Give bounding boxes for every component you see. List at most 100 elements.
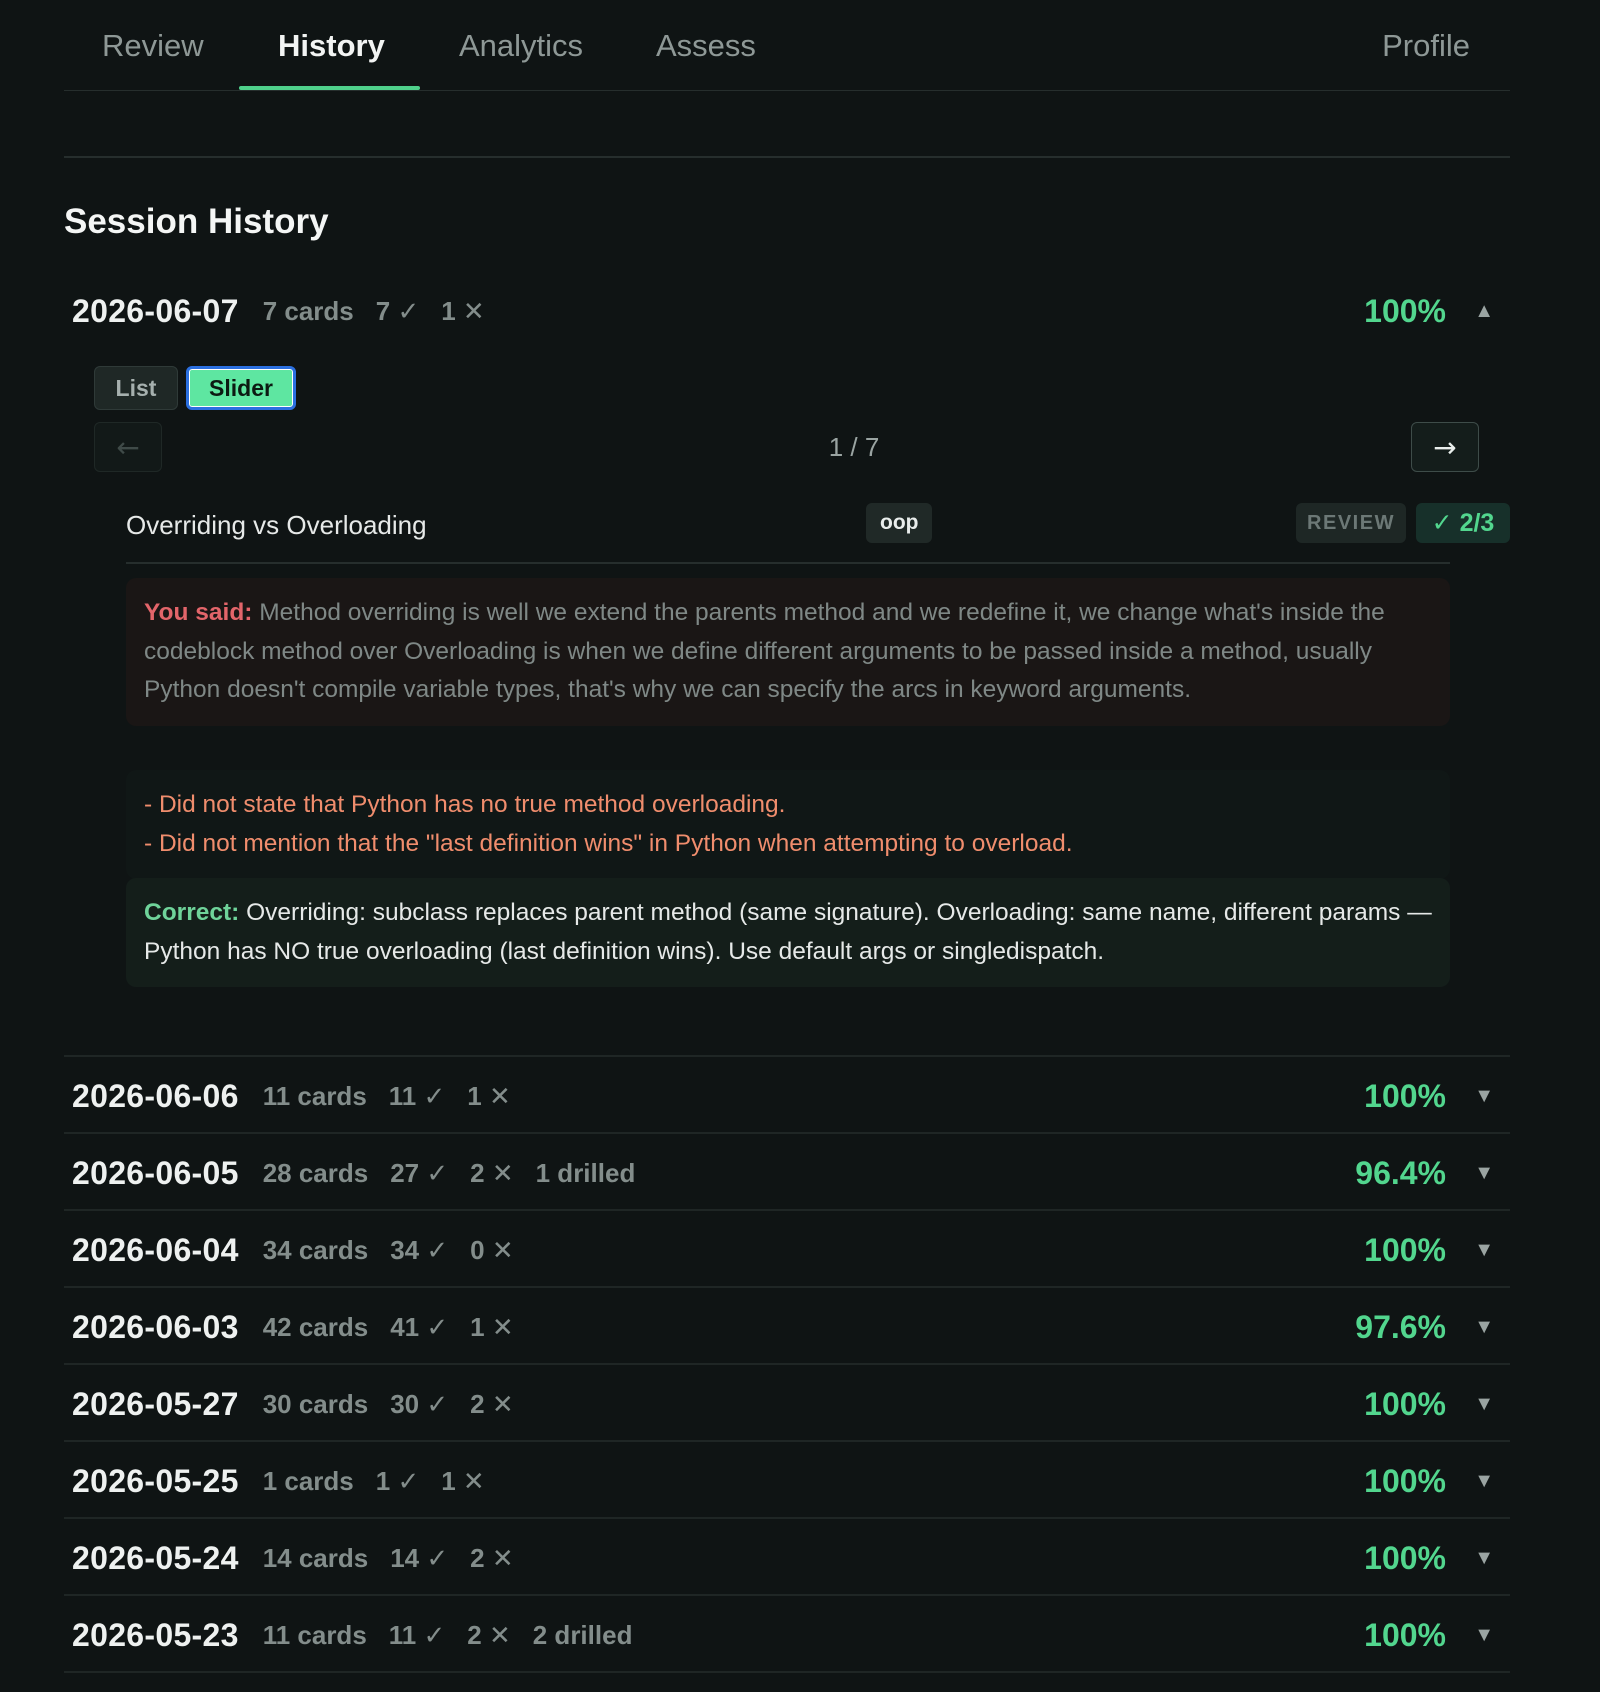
expand-caret-icon[interactable]: ▼ xyxy=(1474,1470,1494,1493)
row-divider xyxy=(64,1286,1510,1288)
session-card-count: 1 cards xyxy=(262,1465,354,1496)
review-badge: REVIEW xyxy=(1296,503,1406,543)
prev-card-button[interactable]: ← xyxy=(94,422,162,472)
tab-review[interactable]: Review xyxy=(102,28,204,64)
section-divider xyxy=(64,156,1510,158)
session-correct-count: 34 ✓ xyxy=(390,1234,449,1265)
session-correct-count: 14 ✓ xyxy=(390,1542,449,1573)
session-card-count: 30 cards xyxy=(262,1388,369,1419)
expand-caret-icon[interactable]: ▼ xyxy=(1474,1393,1494,1416)
session-correct-count: 11 ✓ xyxy=(388,1080,446,1111)
collapse-caret-icon[interactable]: ▲ xyxy=(1474,300,1494,323)
session-card-count: 11 cards xyxy=(262,1619,367,1650)
row-divider xyxy=(64,1209,1510,1211)
view-list-button[interactable]: List xyxy=(94,366,178,410)
session-correct-count: 1 ✓ xyxy=(375,1465,420,1496)
active-tab-indicator xyxy=(239,86,420,90)
row-divider xyxy=(64,1363,1510,1365)
session-wrong-count: 1 ✕ xyxy=(441,1465,485,1496)
session-row[interactable]: 2026-05-24 14 cards 14 ✓ 2 ✕ 100% ▼ xyxy=(64,1520,1510,1596)
score-badge: ✓ 2/3 xyxy=(1416,503,1510,543)
correct-answer-box: Correct: Overriding: subclass replaces p… xyxy=(126,878,1450,987)
app-container: Review History Analytics Assess Profile … xyxy=(64,0,1510,1673)
session-correct-count: 11 ✓ xyxy=(388,1619,446,1650)
card-pager: 1 / 7 xyxy=(828,432,880,462)
session-correct-count: 27 ✓ xyxy=(390,1157,449,1188)
session-card-count: 42 cards xyxy=(262,1311,369,1342)
session-percent: 100% xyxy=(1364,1385,1446,1422)
session-date: 2026-05-24 xyxy=(72,1539,239,1576)
session-row[interactable]: 2026-06-04 34 cards 34 ✓ 0 ✕ 100% ▼ xyxy=(64,1212,1510,1288)
card-title: Overriding vs Overloading xyxy=(126,510,427,540)
session-date: 2026-06-06 xyxy=(72,1077,239,1114)
session-wrong-count: 2 ✕ xyxy=(470,1388,514,1419)
session-card-count: 28 cards xyxy=(262,1157,369,1188)
tab-analytics[interactable]: Analytics xyxy=(459,28,583,64)
session-correct-count: 30 ✓ xyxy=(390,1388,449,1419)
session-percent: 100% xyxy=(1364,1077,1446,1114)
session-date: 2026-06-07 xyxy=(72,292,239,329)
session-row[interactable]: 2026-06-03 42 cards 41 ✓ 1 ✕ 97.6% ▼ xyxy=(64,1289,1510,1365)
session-row[interactable]: 2026-05-25 1 cards 1 ✓ 1 ✕ 100% ▼ xyxy=(64,1443,1510,1519)
session-card-count: 7 cards xyxy=(262,295,354,326)
session-wrong-count: 1 ✕ xyxy=(441,295,485,326)
session-wrong-count: 2 ✕ xyxy=(470,1542,514,1573)
expand-caret-icon[interactable]: ▼ xyxy=(1474,1547,1494,1570)
tab-assess[interactable]: Assess xyxy=(656,28,756,64)
session-date: 2026-06-05 xyxy=(72,1154,239,1191)
session-date: 2026-05-25 xyxy=(72,1462,239,1499)
row-divider xyxy=(64,1440,1510,1442)
correct-answer-text: Overriding: subclass replaces parent met… xyxy=(144,899,1432,965)
session-correct-count: 41 ✓ xyxy=(390,1311,449,1342)
user-answer-text: Method overriding is well we extend the … xyxy=(144,599,1385,703)
row-divider xyxy=(64,1671,1510,1673)
top-nav: Review History Analytics Assess Profile xyxy=(64,0,1510,91)
session-drilled-count: 2 drilled xyxy=(532,1619,633,1650)
expand-caret-icon[interactable]: ▼ xyxy=(1474,1162,1494,1185)
session-row[interactable]: 2026-06-05 28 cards 27 ✓ 2 ✕ 1 drilled 9… xyxy=(64,1135,1510,1211)
session-correct-count: 7 ✓ xyxy=(375,295,420,326)
session-wrong-count: 1 ✕ xyxy=(470,1311,514,1342)
row-divider xyxy=(64,1517,1510,1519)
session-percent: 100% xyxy=(1364,1231,1446,1268)
session-percent: 100% xyxy=(1364,1539,1446,1576)
feedback-item: - Did not mention that the "last definit… xyxy=(144,829,1073,857)
session-row[interactable]: 2026-05-27 30 cards 30 ✓ 2 ✕ 100% ▼ xyxy=(64,1366,1510,1442)
session-wrong-count: 2 ✕ xyxy=(470,1157,514,1188)
session-wrong-count: 1 ✕ xyxy=(467,1080,511,1111)
tab-profile[interactable]: Profile xyxy=(1382,28,1470,64)
row-divider xyxy=(64,1055,1510,1057)
session-drilled-count: 1 drilled xyxy=(535,1157,636,1188)
session-date: 2026-06-03 xyxy=(72,1308,239,1345)
session-wrong-count: 0 ✕ xyxy=(470,1234,514,1265)
expand-caret-icon[interactable]: ▼ xyxy=(1474,1085,1494,1108)
next-card-button[interactable]: → xyxy=(1411,422,1479,472)
session-card-count: 14 cards xyxy=(262,1542,369,1573)
session-card-count: 11 cards xyxy=(262,1080,367,1111)
feedback-item: - Did not state that Python has no true … xyxy=(144,791,786,818)
session-card-count: 34 cards xyxy=(262,1234,369,1265)
expand-caret-icon[interactable]: ▼ xyxy=(1474,1316,1494,1339)
session-percent: 97.6% xyxy=(1355,1308,1446,1345)
expand-caret-icon[interactable]: ▼ xyxy=(1474,1624,1494,1647)
session-row-expanded[interactable]: 2026-06-07 7 cards 7 ✓ 1 ✕ 100% ▲ xyxy=(64,273,1510,349)
row-divider xyxy=(64,1132,1510,1134)
correct-label: Correct: xyxy=(144,899,240,926)
session-date: 2026-06-04 xyxy=(72,1231,239,1268)
view-slider-button[interactable]: Slider xyxy=(186,366,296,410)
session-percent: 100% xyxy=(1364,1462,1446,1499)
page-title: Session History xyxy=(64,202,329,241)
session-date: 2026-05-27 xyxy=(72,1385,239,1422)
session-row[interactable]: 2026-05-23 11 cards 11 ✓ 2 ✕ 2 drilled 1… xyxy=(64,1597,1510,1673)
you-said-label: You said: xyxy=(144,599,253,626)
session-percent: 96.4% xyxy=(1355,1154,1446,1191)
session-wrong-count: 2 ✕ xyxy=(467,1619,511,1650)
session-percent: 100% xyxy=(1364,292,1446,329)
row-divider xyxy=(64,1594,1510,1596)
session-percent: 100% xyxy=(1364,1616,1446,1653)
tab-history[interactable]: History xyxy=(278,28,385,64)
feedback-box: - Did not state that Python has no true … xyxy=(126,770,1450,879)
expand-caret-icon[interactable]: ▼ xyxy=(1474,1239,1494,1262)
session-row[interactable]: 2026-06-06 11 cards 11 ✓ 1 ✕ 100% ▼ xyxy=(64,1058,1510,1134)
session-date: 2026-05-23 xyxy=(72,1616,239,1653)
